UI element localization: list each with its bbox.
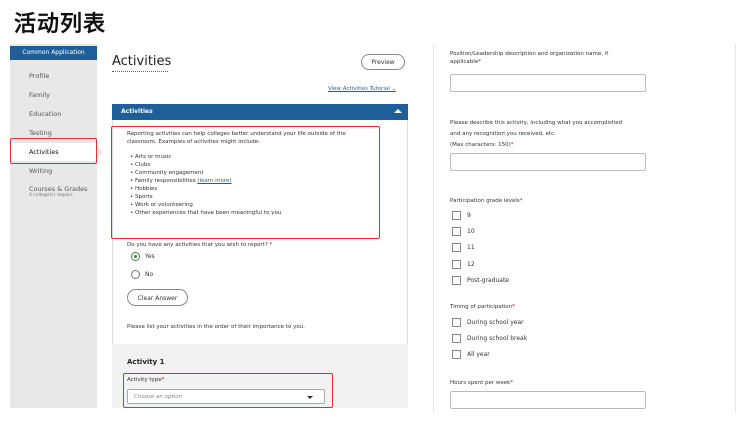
hours-per-week-input[interactable]: [450, 391, 646, 409]
chevron-up-icon[interactable]: [394, 109, 402, 113]
description-input[interactable]: [450, 153, 646, 171]
chevron-down-icon: ⌄: [391, 86, 397, 92]
highlight-box-activity-type: [123, 373, 333, 408]
clear-answer-button[interactable]: Clear Answer: [127, 289, 188, 306]
all-year-label: All year: [467, 351, 490, 358]
activities-form-panel: Common Application Profile Family Educat…: [10, 44, 408, 408]
position-label: Position/Leadership description and orga…: [450, 51, 609, 65]
page-heading-chinese: 活动列表: [14, 12, 107, 37]
grade-12-label: 12: [467, 261, 475, 268]
report-question: Do you have any activities that you wish…: [127, 242, 273, 248]
sidebar-item-profile[interactable]: Profile: [29, 72, 49, 80]
timing-label: Timing of participation*: [450, 304, 515, 310]
checkbox-grade-12[interactable]: [452, 260, 461, 269]
during-school-year-label: During school year: [467, 319, 524, 326]
tutorial-link-text: View Activities Tutorial: [328, 86, 390, 92]
radio-no-label: No: [145, 271, 154, 278]
preview-button[interactable]: Preview: [361, 54, 405, 70]
radio-yes-label: Yes: [145, 253, 155, 260]
position-input[interactable]: [450, 74, 646, 92]
order-instruction: Please list your activities in the order…: [127, 324, 305, 330]
post-graduate-label: Post-graduate: [467, 277, 510, 284]
grade-10-label: 10: [467, 228, 475, 235]
sidebar-item-testing[interactable]: Testing: [29, 129, 52, 137]
sidebar-item-courses-grades[interactable]: Courses & Grades: [29, 185, 87, 193]
radio-yes[interactable]: [131, 252, 140, 261]
checkbox-grade-9[interactable]: [452, 211, 461, 220]
checkbox-grade-11[interactable]: [452, 243, 461, 252]
sidebar-item-writing[interactable]: Writing: [29, 167, 52, 175]
checkbox-all-year[interactable]: [452, 350, 461, 359]
sidebar-header: Common Application: [10, 46, 97, 60]
checkbox-during-school-year[interactable]: [452, 318, 461, 327]
sidebar-item-education[interactable]: Education: [29, 110, 61, 118]
grade-11-label: 11: [467, 244, 475, 251]
checkbox-post-graduate[interactable]: [452, 276, 461, 285]
highlight-box-activities-nav: [10, 138, 97, 164]
describe-label-line3: (Max characters: 150)*: [450, 142, 514, 148]
during-school-break-label: During school break: [467, 335, 528, 342]
active-item-caret: [97, 146, 103, 158]
hours-per-week-label: Hours spent per week*: [450, 380, 514, 386]
sidebar-item-family[interactable]: Family: [29, 91, 50, 99]
checkbox-during-school-break[interactable]: [452, 334, 461, 343]
grade-9-label: 9: [467, 212, 471, 219]
grade-levels-label: Participation grade levels*: [450, 198, 523, 204]
page-title: Activities: [112, 54, 172, 69]
page-title-underline: [112, 71, 168, 72]
activity-1-title: Activity 1: [127, 358, 165, 366]
sidebar: Common Application Profile Family Educat…: [10, 44, 97, 408]
view-tutorial-link[interactable]: View Activities Tutorial ⌄: [328, 86, 396, 92]
describe-label-line2: and any recognition you received, etc.: [450, 131, 556, 137]
highlight-box-intro: [111, 126, 380, 239]
courses-requirement-note: 4 college(s) require: [29, 193, 73, 198]
radio-no[interactable]: [131, 270, 140, 279]
activities-accordion-header[interactable]: Activities: [112, 104, 408, 120]
checkbox-grade-10[interactable]: [452, 227, 461, 236]
describe-label-line1: Please describe this activity, including…: [450, 120, 623, 126]
